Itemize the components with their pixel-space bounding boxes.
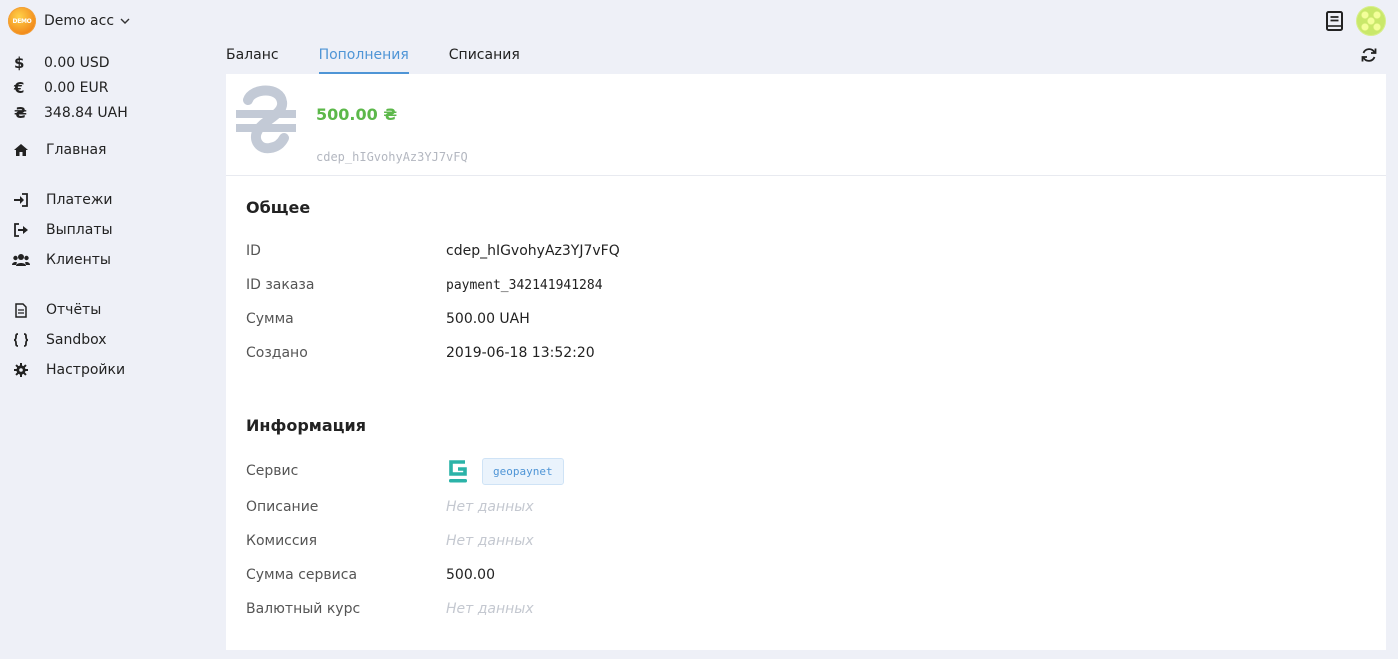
deposit-id[interactable]: cdep_hIGvohyAz3YJ7vFQ	[316, 150, 468, 164]
sidebar-item-label: Отчёты	[46, 302, 102, 318]
user-avatar[interactable]	[1356, 6, 1386, 36]
detail-label: Описание	[246, 499, 319, 515]
sidebar-item-label: Клиенты	[46, 252, 111, 268]
balance-uah: ₴ 348.84 UAH	[14, 100, 128, 125]
balances-list: $ 0.00 USD € 0.00 EUR ₴ 348.84 UAH	[14, 50, 128, 125]
detail-value-empty: Нет данных	[446, 533, 534, 549]
detail-label: Комиссия	[246, 533, 318, 549]
sidebar-item-label: Главная	[46, 142, 107, 158]
detail-value: 2019-06-18 13:52:20	[446, 345, 595, 361]
balance-usd: $ 0.00 USD	[14, 50, 128, 75]
detail-value[interactable]: cdep_hIGvohyAz3YJ7vFQ	[446, 243, 620, 259]
detail-label: Сервис	[246, 463, 299, 479]
tab-withdrawals[interactable]: Списания	[449, 36, 520, 74]
dollar-icon: $	[14, 53, 25, 72]
service-tag[interactable]: geopaynet	[482, 457, 564, 485]
hryvnia-icon: ₴	[14, 103, 27, 122]
section-info-title: Информация	[246, 416, 366, 435]
home-icon	[12, 142, 30, 158]
sidebar-item-sandbox[interactable]: Sandbox	[12, 327, 192, 353]
balance-value: 0.00 USD	[44, 54, 110, 71]
deposit-details-panel: 500.00 ₴ cdep_hIGvohyAz3YJ7vFQ Общее ID …	[226, 74, 1386, 650]
balance-eur: € 0.00 EUR	[14, 75, 128, 100]
refresh-icon[interactable]	[1360, 46, 1378, 64]
tab-deposits[interactable]: Пополнения	[318, 36, 409, 74]
sign-in-icon	[12, 192, 30, 208]
detail-label: Создано	[246, 345, 308, 361]
tab-bar: Баланс Пополнения Списания	[226, 36, 560, 74]
detail-value-empty: Нет данных	[446, 499, 534, 515]
service-value: geopaynet	[446, 457, 564, 485]
detail-label: Валютный курс	[246, 601, 361, 617]
detail-row-service: Сервис geopaynet	[246, 457, 564, 485]
detail-row-service-amount: Сумма сервиса 500.00	[246, 564, 495, 586]
gear-icon	[12, 362, 30, 378]
sidebar-item-label: Платежи	[46, 192, 113, 208]
account-name: Demo acc	[44, 13, 115, 29]
detail-value: 500.00 UAH	[446, 311, 530, 327]
deposit-amount: 500.00 ₴	[316, 105, 398, 124]
sidebar-item-label: Настройки	[46, 362, 126, 378]
sign-out-icon	[12, 222, 30, 238]
sidebar-item-payments[interactable]: Платежи	[12, 187, 192, 213]
tab-balance[interactable]: Баланс	[226, 36, 279, 74]
detail-row-created: Создано 2019-06-18 13:52:20	[246, 342, 595, 364]
header-actions	[1324, 6, 1386, 36]
detail-row-order-id: ID заказа payment_342141941284	[246, 274, 603, 296]
detail-value[interactable]: payment_342141941284	[446, 278, 603, 293]
section-general-title: Общее	[246, 198, 311, 217]
sidebar-item-home[interactable]: Главная	[12, 137, 192, 163]
detail-value-empty: Нет данных	[446, 601, 534, 617]
balance-value: 0.00 EUR	[44, 79, 109, 96]
detail-label: Сумма	[246, 311, 294, 327]
detail-row-commission: Комиссия Нет данных	[246, 530, 534, 552]
detail-label: Сумма сервиса	[246, 567, 358, 583]
account-switcher[interactable]: DEMO Demo acc	[8, 6, 130, 36]
detail-value: 500.00	[446, 567, 495, 583]
chevron-down-icon	[120, 16, 130, 26]
deposit-header: 500.00 ₴ cdep_hIGvohyAz3YJ7vFQ	[226, 74, 1386, 176]
balance-value: 348.84 UAH	[44, 104, 128, 121]
euro-icon: €	[14, 78, 25, 97]
sidebar-item-label: Sandbox	[46, 332, 107, 348]
sidebar-item-label: Выплаты	[46, 222, 113, 238]
sidebar: DEMO Demo acc $ 0.00 USD € 0.00 EUR ₴ 34…	[0, 0, 210, 659]
sidebar-item-payouts[interactable]: Выплаты	[12, 217, 192, 243]
code-braces-icon	[12, 332, 30, 348]
detail-label: ID заказа	[246, 277, 315, 293]
hryvnia-currency-icon	[234, 78, 298, 164]
users-icon	[12, 252, 30, 268]
book-icon[interactable]	[1324, 10, 1346, 32]
file-icon	[12, 302, 30, 318]
sidebar-item-settings[interactable]: Настройки	[12, 357, 192, 383]
account-logo: DEMO	[8, 7, 36, 35]
detail-row-amount: Сумма 500.00 UAH	[246, 308, 530, 330]
detail-row-exchange-rate: Валютный курс Нет данных	[246, 598, 534, 620]
detail-row-id: ID cdep_hIGvohyAz3YJ7vFQ	[246, 240, 620, 262]
sidebar-item-reports[interactable]: Отчёты	[12, 297, 192, 323]
detail-label: ID	[246, 243, 261, 259]
sidebar-item-clients[interactable]: Клиенты	[12, 247, 192, 273]
detail-row-description: Описание Нет данных	[246, 496, 534, 518]
geopaynet-logo-icon	[446, 457, 470, 485]
